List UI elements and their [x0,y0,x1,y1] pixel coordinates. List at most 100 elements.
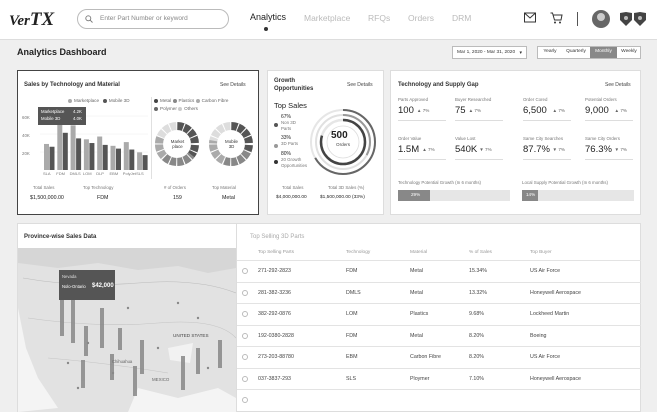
bar-mobile-PolyJet[interactable] [129,149,135,170]
footer-label: Total Sales [282,185,304,190]
province-sales-map[interactable] [18,248,236,412]
metric-label: Same City Searches [523,136,564,141]
table-cell: FDM [346,332,358,339]
see-details-link[interactable]: See Details [605,83,631,88]
growth-bar-label: Technology Potential Growth (In 6 months… [398,180,481,185]
row-divider [237,324,641,326]
logo[interactable]: VerTX [9,10,67,30]
trend-up-icon: ▲ 7% [614,108,627,113]
bar-mobile-DLP[interactable] [102,144,108,170]
period-yearly[interactable]: Yearly [538,47,562,58]
nav-analytics[interactable]: Analytics [250,13,286,22]
period-quarterly[interactable]: Quarterly [562,47,590,58]
row-radio-button[interactable] [242,332,248,339]
trend-up-icon: ▲ 7% [552,108,565,113]
nav-drm[interactable]: DRM [452,14,471,23]
metric-value: 75 [455,105,466,116]
sparkline [523,120,571,121]
avatar[interactable] [592,10,610,28]
table-cell: SLS [346,375,357,382]
table-cell: 037-3837-293 [258,375,291,382]
table-cell: US Air Force [530,354,561,360]
sparkline [455,120,503,121]
nav-marketplace[interactable]: Marketplace [304,14,350,23]
growth-label: Parts [281,126,292,131]
bar-marketplace-EBM[interactable] [110,145,116,170]
technology-growth-bar: 29% [398,190,510,201]
y-tick: 60K [22,115,30,120]
bar-mobile-SLS[interactable] [142,155,148,170]
bar-marketplace-DMLS[interactable] [70,125,76,170]
donut-label: Market place [170,139,185,149]
row-radio-button[interactable] [242,311,248,317]
table-cell: Metal [410,268,423,274]
gauge-label: Orders [336,142,351,147]
date-range-select[interactable]: Mar 1, 2020 - Mar 31, 2020 ▾ [452,46,527,59]
header-divider [577,12,578,26]
period-weekly[interactable]: Weekly [617,47,641,58]
sparkline [455,159,503,160]
sparkline [398,120,446,121]
growth-label: 3D Parts [281,141,299,146]
metric-value: 87.7% [523,144,550,155]
total-sales-value: $4,000,000.00 [276,195,307,200]
table-cell: 8.20% [469,354,485,360]
row-radio-button[interactable] [242,375,248,382]
chevron-down-icon: ▾ [519,50,522,56]
metric-value: 9,000 [585,105,609,116]
see-details-link[interactable]: See Details [347,83,373,88]
tooltip-name: Marketplace [41,109,65,114]
table-cell: 271-292-2823 [258,268,291,274]
y-tick: 40K [22,133,30,138]
cart-icon[interactable] [550,12,563,24]
map-tooltip: Nevada Nolo-Ontario $42,000 [59,270,115,300]
bar-mobile-EBM[interactable] [116,148,121,170]
see-details-link[interactable]: See Details [220,83,246,88]
footer-label: Total 3D Sales (%) [328,185,365,190]
bar-mobile-DMLS[interactable] [76,138,82,170]
bar-tooltip: Marketplace 4.2K Mobile 3D 4.0K [38,107,86,125]
search-placeholder: Enter Part Number or keyword [100,15,188,22]
bar-mobile-FDM[interactable] [62,132,68,170]
metric-label: Buyer Researched [455,97,492,102]
bar-marketplace-PolyJet[interactable] [123,142,129,170]
table-cell: US Air Force [530,268,561,274]
row-radio-button[interactable] [242,397,248,403]
bar-mobile-LOM[interactable] [89,143,95,170]
bar-marketplace-SLA[interactable] [44,143,49,170]
table-cell: 7.10% [469,375,485,382]
row-radio-button[interactable] [242,268,248,274]
bar-marketplace-LOM[interactable] [83,139,89,170]
row-radio-button[interactable] [242,354,248,360]
mail-icon[interactable] [524,12,536,23]
growth-label: Non 3D [281,120,296,125]
bar-x-label: DLP [96,171,104,176]
period-monthly[interactable]: Monthly [590,47,617,58]
trend-down-icon: ▼ 7% [614,147,627,152]
metric-label: Value Lost [455,136,476,141]
nav-rfqs[interactable]: RFQs [368,14,390,23]
table-cell: Honeywell Aerospace [530,375,581,382]
bar-marketplace-SLS[interactable] [137,152,143,170]
bar-marketplace-FDM[interactable] [57,118,63,170]
table-cell: Plastics [410,311,429,317]
table-cell: 8.20% [469,332,485,339]
bar-x-label: FDM [56,171,65,176]
growth-bar-pct: 29% [411,192,421,197]
badges-icon[interactable] [619,11,649,27]
table-cell: Honeywell Aerospace [530,289,581,296]
growth-item [274,153,280,171]
search-input[interactable]: Enter Part Number or keyword [77,9,229,29]
table-cell: Metal [410,332,423,339]
nav-orders[interactable]: Orders [408,14,434,23]
card-title: Sales by Technology and Material [24,82,120,88]
bar-marketplace-DLP[interactable] [97,136,103,170]
bar-x-label: SLA [43,171,51,176]
table-cell: LOM [346,311,358,317]
card-title: Province-wise Sales Data [24,234,97,240]
map-label: Chihuahua [112,359,133,364]
footer-label: # of Orders [164,185,186,190]
bar-mobile-SLA[interactable] [49,146,55,170]
row-radio-button[interactable] [242,289,248,296]
trend-down-icon: ▼ 7% [552,147,565,152]
